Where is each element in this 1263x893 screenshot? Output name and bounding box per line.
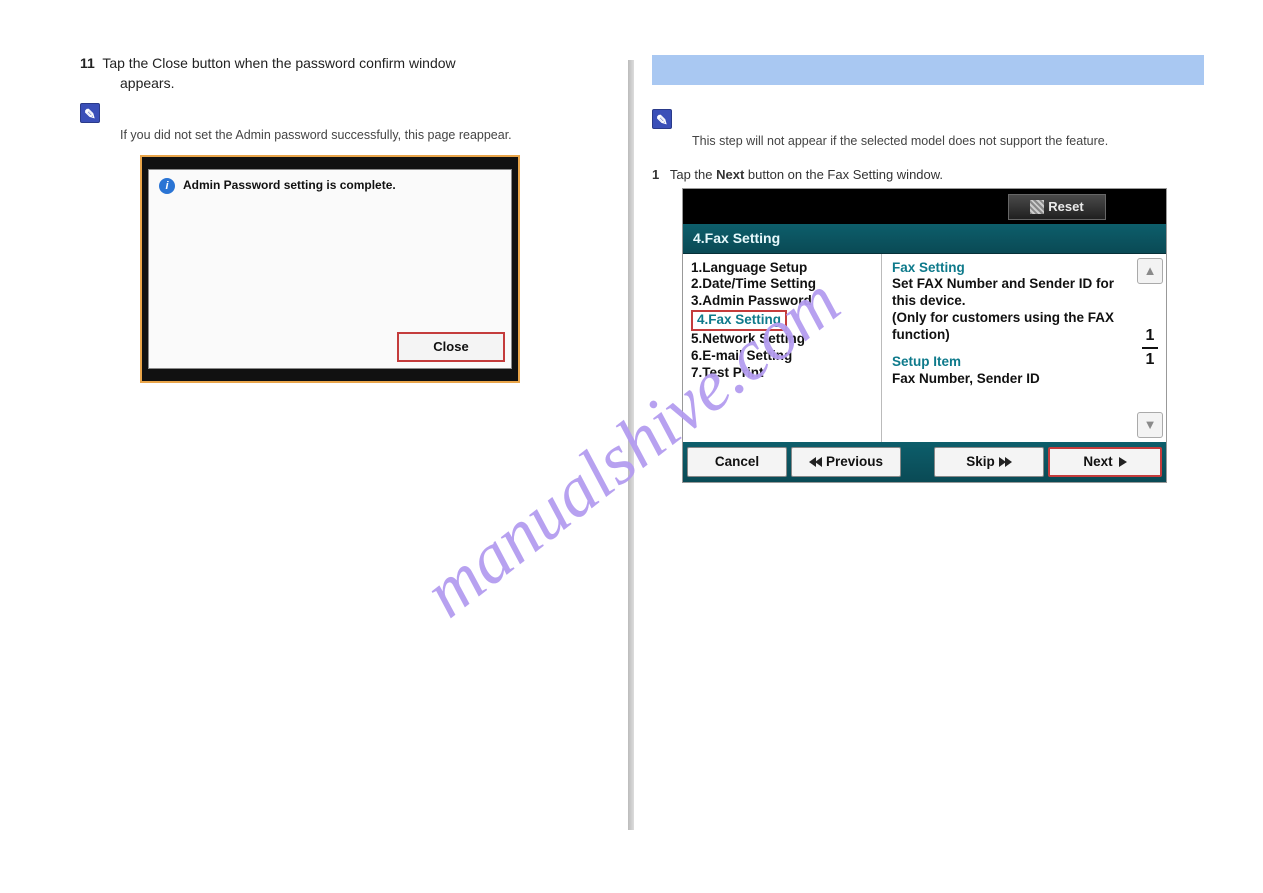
dialog-message-row: i Admin Password setting is complete. <box>149 170 511 202</box>
list-item[interactable]: 5.Network Setting <box>689 331 875 348</box>
panel-topbar: Reset <box>683 189 1166 224</box>
dialog-message: Admin Password setting is complete. <box>183 178 396 192</box>
step-1-text-b: button on the Fax Setting window. <box>744 167 943 182</box>
setup-item-heading: Setup Item <box>892 354 1126 371</box>
cancel-label: Cancel <box>715 454 759 469</box>
reset-icon <box>1030 200 1044 214</box>
page-indicator: 1 1 <box>1142 327 1158 369</box>
admin-password-dialog: i Admin Password setting is complete. Cl… <box>140 155 520 383</box>
previous-button[interactable]: Previous <box>791 447 901 477</box>
previous-label: Previous <box>826 454 883 469</box>
note-text: If you did not set the Admin password su… <box>120 127 600 145</box>
step-1-next-word: Next <box>716 167 744 182</box>
note-icon: ✎ <box>80 103 100 123</box>
step-11-heading: 11 Tap the Close button when the passwor… <box>80 55 600 71</box>
dialog-inner: i Admin Password setting is complete. Cl… <box>148 169 512 369</box>
page-current: 1 <box>1142 327 1158 345</box>
setup-item-value: Fax Number, Sender ID <box>892 371 1126 388</box>
skip-icon <box>1000 457 1012 467</box>
step-number: 11 <box>80 55 95 71</box>
scroll-column: ▲ 1 1 ▼ <box>1134 254 1166 442</box>
step-1-heading: 1 Tap the Next button on the Fax Setting… <box>652 167 1212 182</box>
step-text-line2: appears. <box>120 75 600 91</box>
column-divider <box>628 60 634 830</box>
note-icon: ✎ <box>652 109 672 129</box>
prev-icon <box>809 457 821 467</box>
description-pane: Fax Setting Set FAX Number and Sender ID… <box>882 254 1134 442</box>
scroll-up-button[interactable]: ▲ <box>1137 258 1163 284</box>
skip-label: Skip <box>966 454 995 469</box>
note-row-right: ✎ <box>652 109 1212 129</box>
note-text-right: This step will not appear if the selecte… <box>692 133 1212 151</box>
close-button[interactable]: Close <box>397 332 505 362</box>
desc-title: Fax Setting <box>892 260 1126 277</box>
note-row: ✎ <box>80 103 600 123</box>
right-column: ✎ This step will not appear if the selec… <box>652 55 1212 493</box>
fax-setting-panel: Reset 4.Fax Setting 1.Language Setup 2.D… <box>682 188 1167 483</box>
skip-button[interactable]: Skip <box>934 447 1044 477</box>
left-column: 11 Tap the Close button when the passwor… <box>80 55 600 393</box>
wizard-step-list: 1.Language Setup 2.Date/Time Setting 3.A… <box>683 254 881 442</box>
list-item[interactable]: 6.E-mail Setting <box>689 348 875 365</box>
step-1-text-a: Tap the <box>670 167 716 182</box>
list-item[interactable]: 7.Test Print <box>689 365 875 382</box>
panel-body: 1.Language Setup 2.Date/Time Setting 3.A… <box>683 254 1166 442</box>
reset-button[interactable]: Reset <box>1008 194 1106 220</box>
desc-body-1: Set FAX Number and Sender ID for this de… <box>892 276 1126 310</box>
section-title-bar <box>652 55 1204 85</box>
step-1-number: 1 <box>652 167 659 182</box>
reset-label: Reset <box>1048 199 1083 214</box>
list-item[interactable]: 1.Language Setup <box>689 260 875 277</box>
info-icon: i <box>159 178 175 194</box>
step-text-line1: Tap the Close button when the password c… <box>102 55 455 71</box>
desc-body-2: (Only for customers using the FAX functi… <box>892 310 1126 344</box>
list-item[interactable]: 3.Admin Password <box>689 293 875 310</box>
list-item-selected[interactable]: 4.Fax Setting <box>691 310 787 331</box>
next-label: Next <box>1083 454 1112 469</box>
list-item[interactable]: 2.Date/Time Setting <box>689 276 875 293</box>
fraction-bar <box>1142 347 1158 349</box>
next-icon <box>1119 457 1127 467</box>
page-total: 1 <box>1142 351 1158 369</box>
cancel-button[interactable]: Cancel <box>687 447 787 477</box>
scroll-down-button[interactable]: ▼ <box>1137 412 1163 438</box>
panel-title: 4.Fax Setting <box>683 224 1166 254</box>
panel-footer: Cancel Previous Skip Next <box>683 442 1166 482</box>
next-button[interactable]: Next <box>1048 447 1162 477</box>
